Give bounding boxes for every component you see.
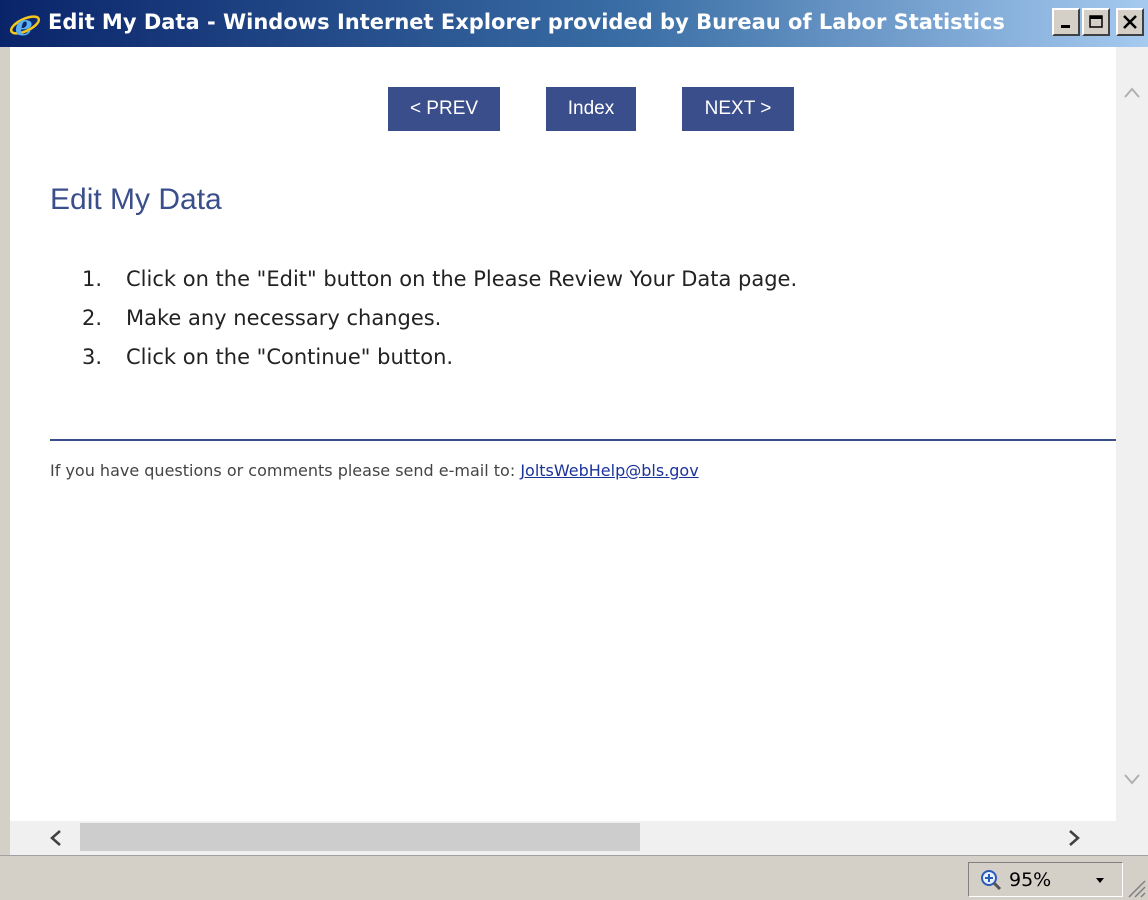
scroll-up-icon[interactable] (1122, 83, 1142, 103)
maximize-button[interactable] (1082, 8, 1110, 36)
close-button[interactable] (1116, 8, 1144, 36)
status-bar: 95% (0, 855, 1148, 900)
zoom-icon (981, 870, 1002, 891)
index-button[interactable]: Index (546, 87, 636, 131)
chevron-down-icon[interactable] (1095, 877, 1105, 885)
minimize-button[interactable] (1052, 8, 1080, 36)
divider (50, 439, 1116, 441)
list-item: 2. Make any necessary changes. (82, 306, 797, 345)
page-title: Edit My Data (50, 183, 222, 216)
prev-button[interactable]: < PREV (388, 87, 500, 131)
horizontal-scrollbar[interactable] (10, 821, 1148, 855)
zoom-control[interactable]: 95% (968, 862, 1123, 897)
step-text: Click on the "Edit" button on the Please… (126, 267, 798, 291)
steps-list: 1. Click on the "Edit" button on the Ple… (82, 267, 797, 384)
scroll-down-icon[interactable] (1122, 769, 1142, 789)
svg-text:e: e (15, 9, 33, 40)
scroll-left-icon[interactable] (46, 828, 66, 848)
step-number: 1. (82, 267, 103, 291)
list-item: 3. Click on the "Continue" button. (82, 345, 797, 384)
horizontal-scroll-thumb[interactable] (80, 823, 640, 851)
internet-explorer-icon: e (9, 9, 41, 40)
page-content: < PREV Index NEXT > Edit My Data 1. Clic… (10, 47, 1116, 821)
zoom-level: 95% (1009, 869, 1052, 891)
close-icon (1123, 15, 1137, 29)
footer-contact: If you have questions or comments please… (50, 461, 699, 480)
step-number: 3. (82, 345, 103, 369)
step-text: Click on the "Continue" button. (126, 345, 454, 369)
next-button[interactable]: NEXT > (682, 87, 794, 131)
list-item: 1. Click on the "Edit" button on the Ple… (82, 267, 797, 306)
footer-text: If you have questions or comments please… (50, 461, 521, 480)
email-link[interactable]: JoltsWebHelp@bls.gov (520, 461, 698, 480)
scroll-right-icon[interactable] (1064, 828, 1084, 848)
title-bar[interactable]: e Edit My Data - Windows Internet Explor… (0, 0, 1148, 47)
minimize-icon (1061, 25, 1070, 28)
maximize-icon (1089, 15, 1103, 28)
resize-grip-icon[interactable] (1124, 876, 1146, 898)
vertical-scrollbar[interactable] (1116, 47, 1148, 821)
browser-window: e Edit My Data - Windows Internet Explor… (0, 0, 1148, 900)
step-text: Make any necessary changes. (126, 306, 442, 330)
step-number: 2. (82, 306, 103, 330)
window-title: Edit My Data - Windows Internet Explorer… (48, 10, 1005, 34)
